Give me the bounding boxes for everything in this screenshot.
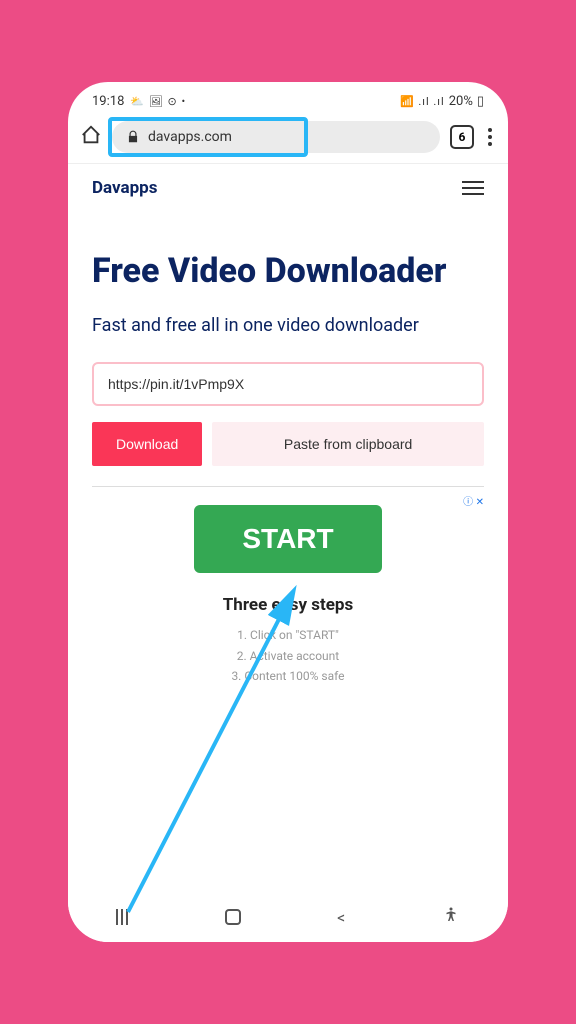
paste-clipboard-button[interactable]: Paste from clipboard [212,422,484,466]
video-url-input[interactable] [92,362,484,406]
ad-step-1: 1. Click on "START" [92,625,484,645]
battery-icon: ▯ [477,94,484,109]
site-logo[interactable]: Davapps [92,178,157,198]
site-header: Davapps [68,164,508,212]
ad-steps: 1. Click on "START" 2. Activate account … [92,625,484,686]
main-content: Free Video Downloader Fast and free all … [68,212,508,892]
status-right: 📶 .ıl .ıl 20% ▯ [400,94,484,109]
ad-section: ⓘ ✕ START Three easy steps 1. Click on "… [92,486,484,686]
url-bar[interactable]: davapps.com [112,121,440,153]
hamburger-icon[interactable] [462,181,484,195]
ad-start-button[interactable]: START [194,505,381,573]
tab-count[interactable]: 6 [450,125,474,149]
status-left: 19:18 ⛅ 🖼 ⊙ • [92,94,186,109]
browser-bar: davapps.com 6 [68,115,508,164]
ad-step-3: 3. Content 100% safe [92,666,484,686]
battery-percent: 20% [449,94,473,109]
button-row: Download Paste from clipboard [92,422,484,466]
download-button[interactable]: Download [92,422,202,466]
lock-icon [126,130,140,144]
status-icons-left: ⛅ 🖼 ⊙ • [130,95,186,108]
ad-info-close[interactable]: ⓘ ✕ [463,493,484,508]
system-nav-bar: < [68,892,508,942]
url-text: davapps.com [148,129,232,145]
ad-step-2: 2. Activate account [92,646,484,666]
status-bar: 19:18 ⛅ 🖼 ⊙ • 📶 .ıl .ıl 20% ▯ [68,82,508,115]
status-time: 19:18 [92,94,124,109]
hero-subtitle: Fast and free all in one video downloade… [92,313,484,338]
signal-icon: 📶 .ıl .ıl [400,95,445,108]
home-icon[interactable] [80,124,102,150]
nav-back-icon[interactable]: < [337,908,345,927]
nav-recent-icon[interactable] [116,909,128,925]
more-icon[interactable] [484,124,496,150]
nav-home-icon[interactable] [225,909,241,925]
nav-accessibility-icon[interactable] [442,906,460,928]
hero-title: Free Video Downloader [92,252,484,291]
ad-heading: Three easy steps [92,595,484,615]
phone-frame: 19:18 ⛅ 🖼 ⊙ • 📶 .ıl .ıl 20% ▯ davapps.co… [68,82,508,942]
